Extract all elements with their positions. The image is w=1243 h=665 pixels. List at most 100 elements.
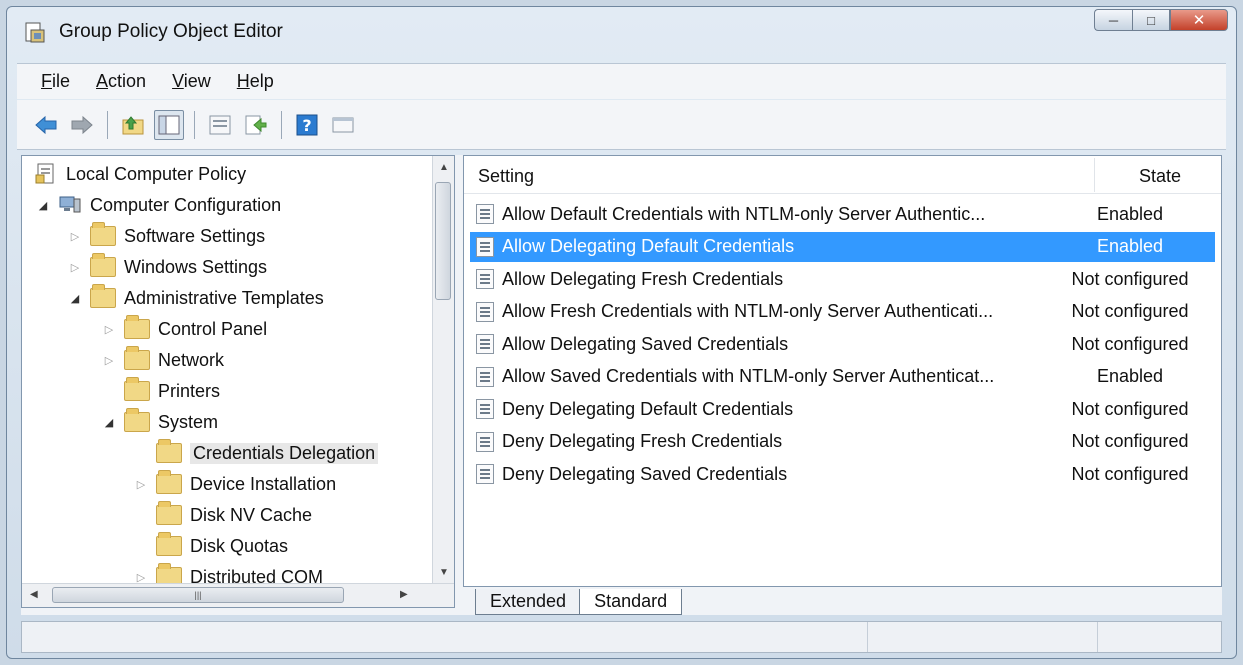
tree-item[interactable]: ▷ Software Settings xyxy=(68,222,265,250)
policy-setting-state: Not configured xyxy=(1071,301,1189,321)
policy-setting-icon xyxy=(476,431,494,452)
scroll-up-arrow-icon[interactable]: ▲ xyxy=(439,162,449,173)
collapsed-arrow-icon[interactable]: ▷ xyxy=(134,571,148,584)
up-folder-icon xyxy=(122,115,144,134)
column-header-state[interactable]: State xyxy=(1139,166,1181,187)
collapsed-arrow-icon[interactable]: ▷ xyxy=(102,354,116,367)
policy-setting-name: Allow Delegating Default Credentials xyxy=(502,236,795,256)
expanded-arrow-icon[interactable]: ◢ xyxy=(36,199,50,212)
status-bar-segment xyxy=(867,622,868,652)
column-divider[interactable] xyxy=(1094,158,1095,192)
tree-item-label: Printers xyxy=(158,380,221,401)
back-button[interactable] xyxy=(31,110,61,140)
up-one-level-button[interactable] xyxy=(118,110,148,140)
column-header-setting[interactable]: Setting xyxy=(478,166,534,187)
group-policy-app-icon xyxy=(25,22,45,43)
tree-item-label: Control Panel xyxy=(158,318,268,339)
expanded-arrow-icon[interactable]: ◢ xyxy=(102,416,116,429)
forward-button[interactable] xyxy=(67,110,97,140)
tree-item[interactable]: Disk NV Cache xyxy=(134,501,312,529)
tree-vertical-scrollbar[interactable]: ▲ ▼ xyxy=(432,156,454,584)
status-bar xyxy=(21,621,1222,653)
policy-setting-icon xyxy=(476,334,494,354)
collapsed-arrow-icon[interactable]: ▷ xyxy=(68,261,82,274)
tree-item[interactable]: Printers xyxy=(102,377,220,405)
expanded-arrow-icon[interactable]: ◢ xyxy=(68,292,82,305)
tree-item[interactable]: ◢ Computer Configuration xyxy=(36,191,281,219)
tree-item-label: Computer Configuration xyxy=(90,194,282,215)
menu-help[interactable]: Help xyxy=(237,71,274,92)
folder-icon xyxy=(124,346,150,370)
toolbar-separator xyxy=(194,110,195,139)
policy-setting-row[interactable]: Allow Delegating Saved Credentials Not co… xyxy=(470,329,1215,359)
policy-setting-row[interactable]: Deny Delegating Saved Credentials Not con… xyxy=(470,459,1215,489)
policy-setting-row[interactable]: Deny Delegating Fresh Credentials Not con… xyxy=(470,427,1215,457)
maximize-button[interactable]: □ xyxy=(1132,9,1170,31)
policy-setting-icon xyxy=(476,301,494,322)
properties-button[interactable] xyxy=(205,110,235,140)
console-tree-pane[interactable]: Local Computer Policy ◢ Computer Configura… xyxy=(21,155,455,608)
policy-setting-row[interactable]: Allow Delegating Fresh Credentials Not co… xyxy=(470,264,1215,294)
policy-setting-row[interactable]: Deny Delegating Default Credentials Not c… xyxy=(470,394,1215,424)
collapsed-arrow-icon[interactable]: ▷ xyxy=(134,478,148,491)
tree-item[interactable]: Local Computer Policy xyxy=(34,160,246,188)
scroll-right-arrow-icon[interactable]: ▶ xyxy=(400,589,408,600)
menu-label-rest: iew xyxy=(183,71,211,91)
tab-standard[interactable]: Standard xyxy=(579,589,683,615)
policy-setting-name: Allow Default Credentials with NTLM-only… xyxy=(502,203,986,224)
policy-setting-row[interactable]: Allow Delegating Default Credentials Enab… xyxy=(470,231,1215,262)
console-view-button[interactable] xyxy=(328,110,358,140)
show-hide-tree-icon xyxy=(158,115,180,134)
tree-item[interactable]: ◢ System xyxy=(102,408,218,436)
policy-setting-state: Enabled xyxy=(1096,203,1164,224)
minimize-button[interactable]: ─ xyxy=(1094,9,1132,31)
menu-action[interactable]: Action xyxy=(96,71,146,92)
folder-icon xyxy=(156,532,182,556)
tree-item-label: Software Settings xyxy=(124,225,266,246)
tree-item-label: Local Computer Policy xyxy=(66,163,247,184)
tree-vertical-scroll-thumb[interactable] xyxy=(435,182,451,300)
svg-text:?: ? xyxy=(302,116,311,135)
policy-setting-state: Not configured xyxy=(1071,463,1189,484)
title-bar[interactable]: Group Policy Object Editor ─ □ ✕ xyxy=(7,7,1236,57)
close-icon: ✕ xyxy=(1192,12,1206,29)
scroll-down-arrow-icon[interactable]: ▼ xyxy=(439,567,449,578)
policy-setting-state: Enabled xyxy=(1096,236,1164,256)
tab-extended[interactable]: Extended xyxy=(475,589,582,615)
tree-item[interactable]: ▷ Windows Settings xyxy=(68,253,267,281)
status-bar-segment xyxy=(1097,622,1098,652)
tree-item[interactable]: ◢ Administrative Templates xyxy=(68,284,324,312)
export-list-button[interactable] xyxy=(241,110,271,140)
help-button[interactable]: ? xyxy=(292,110,322,140)
menu-file[interactable]: File xyxy=(41,71,70,92)
list-header: Setting State xyxy=(464,156,1221,194)
tree-item-label: Credentials Delegation xyxy=(190,442,379,464)
folder-icon xyxy=(90,222,116,246)
settings-list-pane[interactable]: Setting State Allow Default Credentials … xyxy=(463,155,1222,587)
menu-label-rest: ile xyxy=(52,71,71,91)
tree-horizontal-scrollbar[interactable]: ◀ ||| ▶ xyxy=(22,583,454,607)
tree-item[interactable]: ▷ Network xyxy=(102,346,224,374)
policy-setting-row[interactable]: Allow Saved Credentials with NTLM-only S… xyxy=(470,362,1215,392)
policy-setting-icon xyxy=(476,204,494,224)
policy-setting-row[interactable]: Allow Default Credentials with NTLM-only… xyxy=(470,199,1215,229)
folder-icon xyxy=(156,470,182,494)
policy-document-icon xyxy=(35,163,54,184)
folder-icon xyxy=(124,408,150,432)
collapsed-arrow-icon[interactable]: ▷ xyxy=(102,323,116,336)
folder-icon xyxy=(156,439,182,463)
close-button[interactable]: ✕ xyxy=(1170,9,1228,31)
menu-view[interactable]: View xyxy=(172,71,211,92)
policy-setting-icon xyxy=(476,236,494,257)
tree-item[interactable]: Disk Quotas xyxy=(134,532,288,560)
scroll-left-arrow-icon[interactable]: ◀ xyxy=(30,589,38,600)
tree-item[interactable]: Credentials Delegation xyxy=(134,439,379,467)
policy-setting-row[interactable]: Allow Fresh Credentials with NTLM-only S… xyxy=(470,297,1215,327)
show-hide-tree-button[interactable] xyxy=(154,109,184,140)
tree-horizontal-scroll-thumb[interactable]: ||| xyxy=(52,587,344,603)
tree-item[interactable]: ▷ Device Installation xyxy=(134,470,336,498)
policy-setting-name: Deny Delegating Default Credentials xyxy=(502,398,794,419)
menu-accelerator-key: H xyxy=(236,71,250,91)
collapsed-arrow-icon[interactable]: ▷ xyxy=(68,230,82,243)
tree-item[interactable]: ▷ Control Panel xyxy=(102,315,267,343)
